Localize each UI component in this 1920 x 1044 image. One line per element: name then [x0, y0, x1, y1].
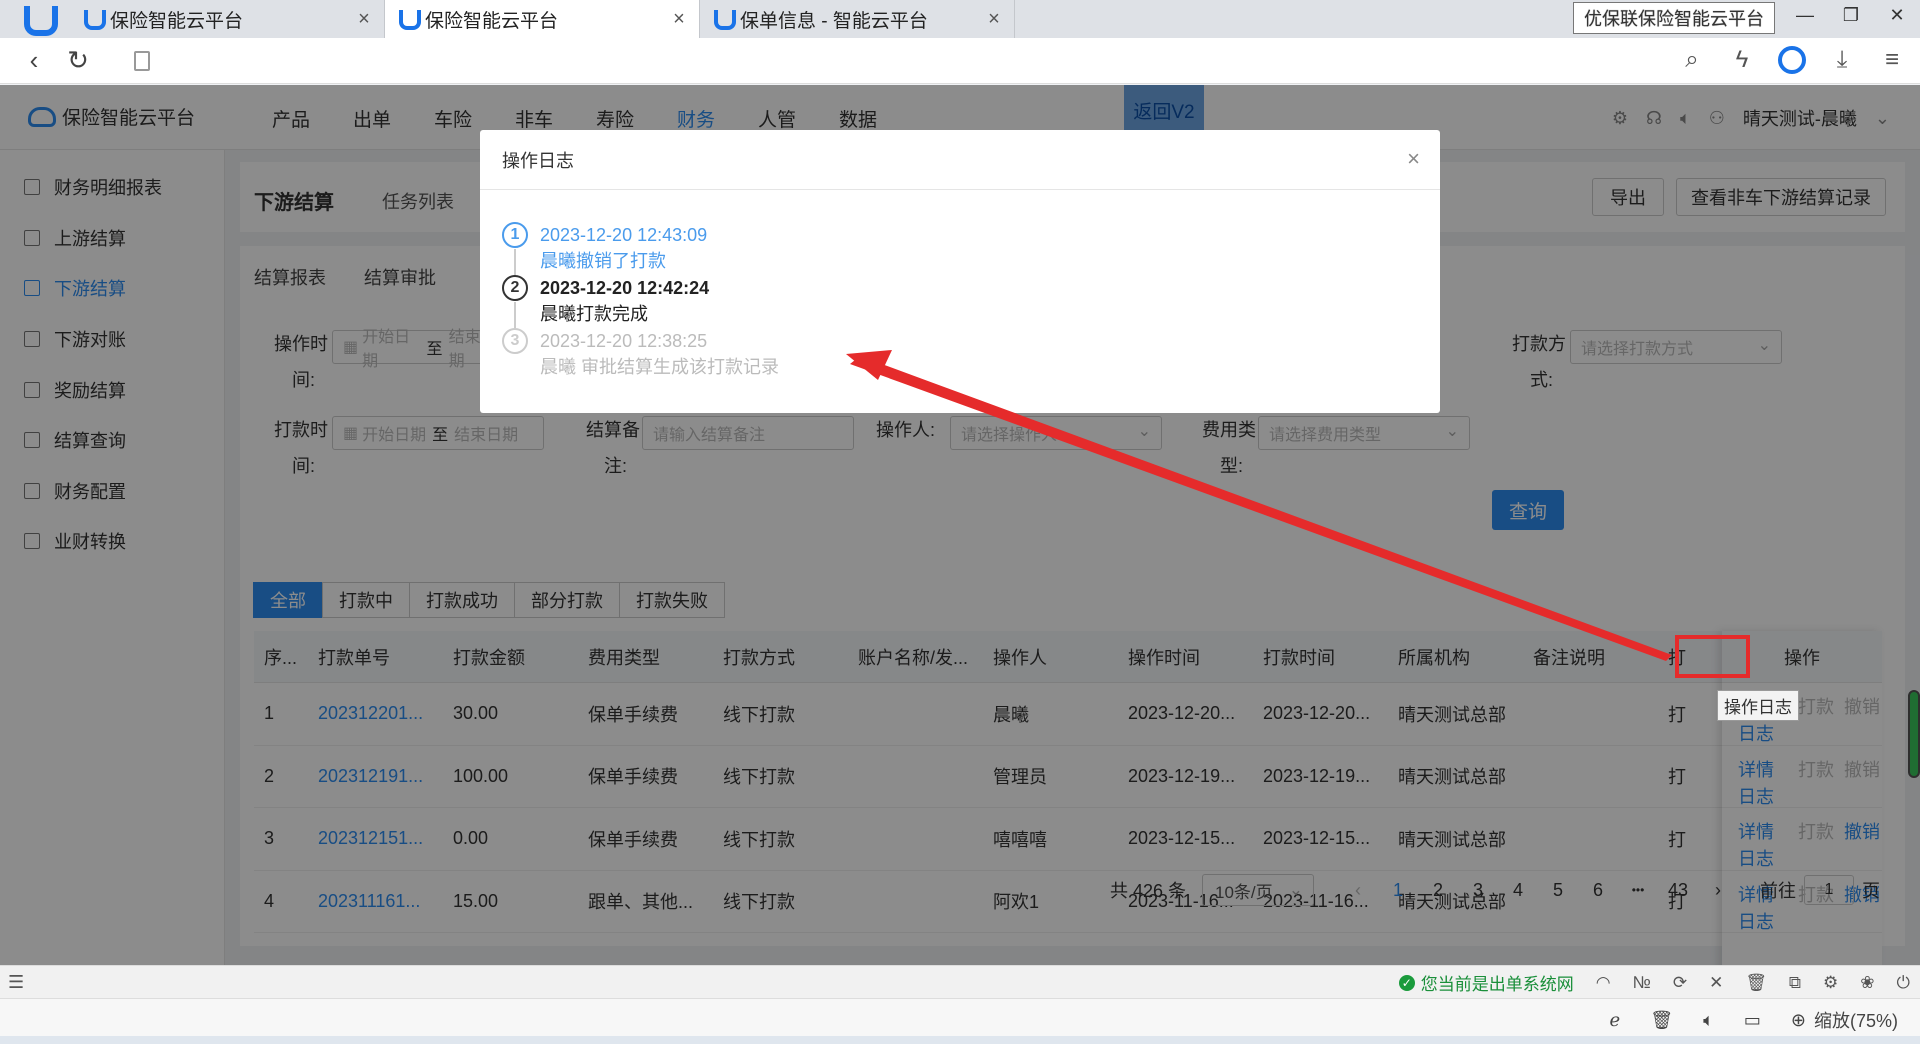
maximize-icon[interactable]: ❐ [1828, 0, 1874, 30]
log-time: 2023-12-20 12:38:25 [540, 331, 708, 351]
tab-close-icon[interactable]: × [669, 8, 689, 31]
system-status: ✓ 您当前是出单系统网 [1398, 970, 1574, 995]
refresh-icon[interactable]: ⟳ [1673, 973, 1687, 993]
log-desc: 晨曦 审批结算生成该打款记录 [540, 357, 779, 377]
modal-title: 操作日志 [502, 150, 574, 171]
lightning-icon[interactable]: ϟ [1726, 42, 1758, 78]
reload-icon[interactable]: ↻ [56, 39, 100, 83]
tab-favicon-icon [712, 8, 736, 30]
tab-title: 保险智能云平台 [110, 10, 244, 32]
gear-icon[interactable]: ⚙ [1823, 973, 1838, 993]
log-entry: 2 2023-12-20 12:42:24 晨曦打款完成 [502, 275, 779, 328]
window-title: 优保联保险智能云平台 [1573, 2, 1775, 34]
tab-favicon-icon [397, 8, 421, 30]
log-time: 2023-12-20 12:43:09 [540, 225, 708, 245]
volume-icon[interactable]: 🔈︎ [1703, 1010, 1714, 1031]
check-icon: ✓ [1398, 974, 1415, 991]
tab-close-icon[interactable]: × [354, 8, 374, 31]
log-entry: 3 2023-12-20 12:38:25 晨曦 审批结算生成该打款记录 [502, 328, 779, 381]
timeline-connector [514, 249, 516, 275]
log-desc: 晨曦撤销了打款 [540, 251, 666, 271]
tab-title: 保险智能云平台 [425, 10, 559, 32]
modal-header: 操作日志 × [480, 130, 1440, 190]
status-bar-right: ✓ 您当前是出单系统网 ◠ № ⟳ ✕ 🗑︎ ⧉ ⚙ ❀ ⏻ [1398, 970, 1910, 995]
back-icon[interactable]: ‹ [12, 39, 56, 83]
browser-logo[interactable] [0, 0, 70, 38]
number-icon[interactable]: № [1633, 973, 1651, 993]
step-number: 2 [502, 275, 528, 301]
operation-log-modal: 操作日志 × 1 2023-12-20 12:43:09 晨曦撤销了打款 2 2… [480, 130, 1440, 413]
system-status-text: 您当前是出单系统网 [1420, 975, 1574, 994]
zoom-in-icon[interactable]: ⊕ [1791, 1010, 1806, 1031]
page-icon [134, 50, 150, 71]
log-time: 2023-12-20 12:42:24 [540, 278, 710, 298]
trash-icon[interactable]: 🗑︎ [1745, 973, 1767, 993]
browser-tabbar: 保险智能云平台 × 保险智能云平台 × 保单信息 - 智能云平台 × 优保联保险… [0, 0, 1920, 38]
close-icon[interactable]: ✕ [1709, 973, 1723, 993]
window-controls: — ❐ ✕ [1782, 0, 1920, 30]
timeline-connector [514, 302, 516, 328]
paw-icon[interactable]: ❀ [1860, 973, 1874, 993]
download-icon[interactable]: ⤓ [1826, 42, 1858, 78]
toolbar-icons: ⌕ ϟ ⤓ ≡ [1676, 42, 1908, 78]
highlight-box [1675, 635, 1750, 678]
status-bar: ☰ ✓ 您当前是出单系统网 ◠ № ⟳ ✕ 🗑︎ ⧉ ⚙ ❀ ⏻ [0, 965, 1920, 998]
menu-icon[interactable]: ☰ [8, 972, 24, 993]
browser-status-right: ℯ 🗑︎ 🔈︎ ▭ ⊕ 缩放(75%) [1610, 1007, 1898, 1033]
log-entry: 1 2023-12-20 12:43:09 晨曦撤销了打款 [502, 222, 779, 275]
close-window-icon[interactable]: ✕ [1874, 0, 1920, 30]
browser-tab-2[interactable]: 保险智能云平台 × [385, 0, 700, 38]
minimize-icon[interactable]: — [1782, 0, 1828, 30]
log-timeline: 1 2023-12-20 12:43:09 晨曦撤销了打款 2 2023-12-… [502, 222, 779, 381]
browser-tab-1[interactable]: 保险智能云平台 × [70, 0, 385, 38]
wifi-icon[interactable]: ◠ [1596, 973, 1611, 993]
log-desc: 晨曦打款完成 [540, 304, 648, 324]
bottom-strip [0, 1036, 1920, 1044]
tab-close-icon[interactable]: × [984, 8, 1004, 31]
power-icon[interactable]: ⏻ [1897, 973, 1910, 993]
copy-icon[interactable]: ⧉ [1789, 973, 1801, 993]
step-number: 1 [502, 222, 528, 248]
menu-icon[interactable]: ≡ [1876, 42, 1908, 78]
u-logo-icon [20, 4, 58, 36]
close-icon[interactable]: × [1407, 146, 1420, 172]
zoom-level[interactable]: 缩放(75%) [1814, 1007, 1898, 1033]
tab-title: 保单信息 - 智能云平台 [740, 10, 928, 32]
ie-icon[interactable]: ℯ [1610, 1010, 1621, 1031]
window-icon[interactable]: ▭ [1744, 1010, 1761, 1031]
browser-tab-3[interactable]: 保单信息 - 智能云平台 × [700, 0, 1015, 38]
trash-icon[interactable]: 🗑︎ [1650, 1010, 1673, 1031]
search-icon[interactable]: ⌕ [1676, 42, 1708, 78]
address-bar: ‹ ↻ ⌕ ϟ ⤓ ≡ [0, 38, 1920, 84]
tab-favicon-icon [82, 8, 106, 30]
browser-icon[interactable] [1776, 42, 1808, 78]
log-tooltip: 操作日志 [1717, 690, 1799, 721]
step-number: 3 [502, 328, 528, 354]
